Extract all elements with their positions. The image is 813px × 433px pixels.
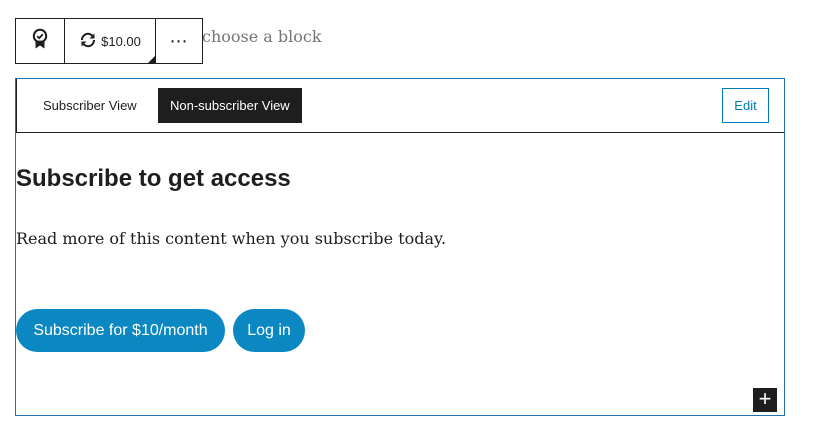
plus-icon: + [758,386,772,411]
more-options-icon: ⋯ [169,30,189,51]
tab-non-subscriber-view[interactable]: Non-subscriber View [158,88,302,123]
content-paragraph: Read more of this content when you subsc… [16,229,447,248]
price-label: $10.00 [101,33,141,49]
award-badge-icon [30,28,50,55]
view-switcher: Subscriber View Non-subscriber View Edit [16,79,784,133]
award-badge-button[interactable] [16,19,65,63]
recurring-refresh-icon [79,32,97,51]
edit-button[interactable]: Edit [722,88,769,123]
tab-subscriber-view[interactable]: Subscriber View [31,88,149,123]
more-options-button[interactable]: ⋯ [156,19,202,63]
block-placeholder: choose a block [202,27,322,46]
dropdown-corner-icon [148,56,155,63]
add-block-button[interactable]: + [753,388,777,412]
subscribe-button[interactable]: Subscribe for $10/month [16,309,225,352]
block-toolbar: $10.00 ⋯ [15,18,203,64]
premium-content-block: Subscriber View Non-subscriber View Edit… [15,78,785,416]
page-title: Subscribe to get access [16,165,291,192]
login-button[interactable]: Log in [233,309,305,352]
price-button[interactable]: $10.00 [65,19,156,63]
